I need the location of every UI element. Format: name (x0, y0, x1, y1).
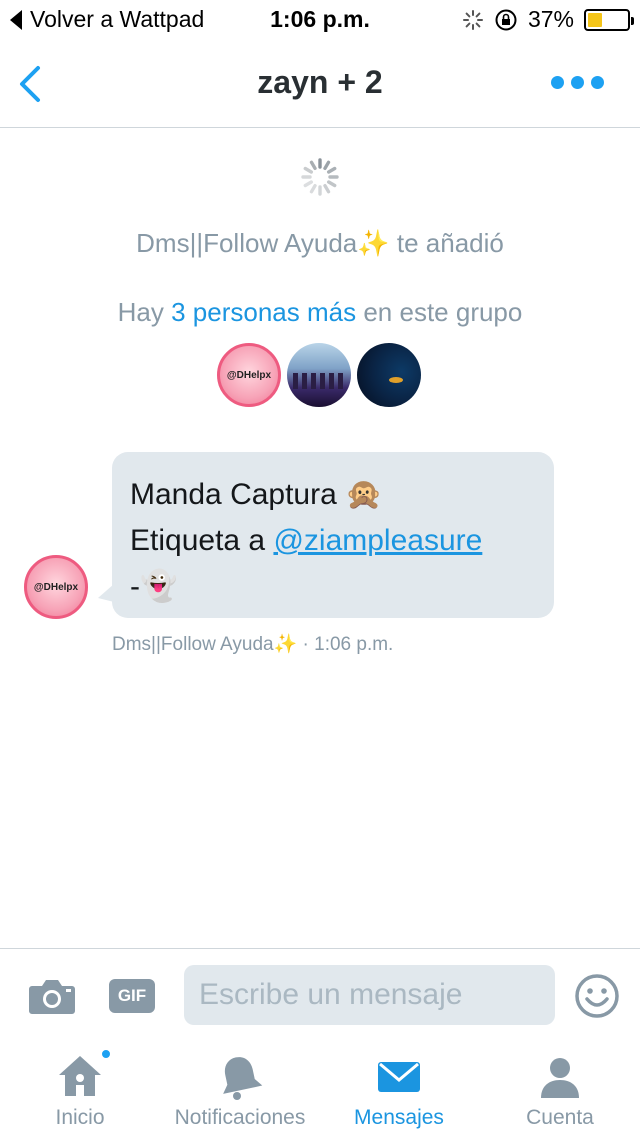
member-avatar[interactable] (287, 343, 351, 407)
mention-link[interactable]: @ziampleasure (273, 524, 482, 557)
message-line: Etiqueta a @ziampleasure (130, 518, 536, 564)
member-avatar[interactable] (357, 343, 421, 407)
status-indicators: 37% (462, 6, 634, 33)
battery-fill (588, 12, 602, 27)
added-by-name: Dms||Follow Ayuda✨ (136, 228, 390, 258)
envelope-icon (378, 1062, 420, 1092)
tab-inicio[interactable]: Inicio (42, 1040, 118, 1136)
member-avatar-label: @DHelpx (226, 369, 272, 381)
activity-spinner-icon (462, 9, 483, 30)
message-composer: GIF (0, 948, 640, 1040)
camera-icon[interactable] (28, 977, 76, 1015)
sender-avatar-label: @DHelpx (33, 581, 79, 593)
conversation-header: zayn + 2 (0, 40, 640, 128)
status-bar: Volver a Wattpad 1:06 p.m. 37% (0, 0, 640, 40)
tab-bar: Inicio Notificaciones Mensajes Cuenta (0, 1040, 640, 1136)
tab-notificaciones[interactable]: Notificaciones (162, 1040, 318, 1136)
group-members-notice: Hay 3 personas más en este grupo (0, 297, 640, 328)
battery-percent: 37% (527, 6, 574, 32)
loading-spinner-icon (301, 158, 339, 196)
tab-mensajes[interactable]: Mensajes (346, 1040, 452, 1136)
person-icon (541, 1058, 579, 1098)
group-suffix: en este grupo (363, 297, 523, 327)
message-text: Etiqueta a (130, 524, 266, 557)
home-icon (59, 1056, 101, 1096)
group-avatars: @DHelpx (217, 343, 421, 407)
message-line: -👻 (130, 570, 178, 603)
more-options-icon[interactable] (551, 76, 604, 89)
tab-label: Mensajes (354, 1106, 444, 1129)
tab-label: Inicio (55, 1106, 105, 1129)
conversation-title: zayn + 2 (257, 64, 383, 100)
bell-icon (223, 1057, 263, 1100)
member-avatar[interactable]: @DHelpx (217, 343, 281, 407)
tab-label: Cuenta (526, 1106, 594, 1129)
message-line: Manda Captura 🙊 (130, 478, 383, 511)
battery-icon (584, 8, 634, 31)
message-input[interactable] (184, 965, 555, 1025)
message-bubble[interactable]: Manda Captura 🙊 Etiqueta a @ziampleasure… (112, 452, 554, 618)
message-meta: Dms||Follow Ayuda✨ · 1:06 p.m. (112, 634, 394, 655)
emoji-icon[interactable] (574, 973, 620, 1019)
orientation-lock-icon (495, 9, 517, 30)
added-by-notice: Dms||Follow Ayuda✨ te añadió (0, 228, 640, 259)
tab-cuenta[interactable]: Cuenta (518, 1040, 602, 1136)
gif-button[interactable]: GIF (109, 979, 155, 1013)
group-prefix: Hay (117, 297, 164, 327)
sender-avatar[interactable]: @DHelpx (24, 555, 88, 619)
group-members-link[interactable]: 3 personas más (171, 297, 356, 327)
tab-label: Notificaciones (174, 1106, 306, 1129)
notification-dot (100, 1048, 112, 1060)
added-by-text: te añadió (396, 228, 504, 258)
